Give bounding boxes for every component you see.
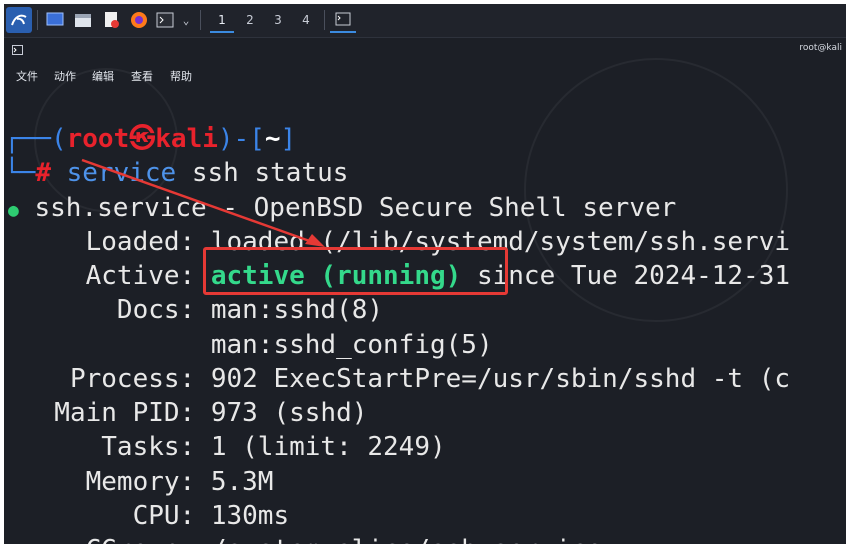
prompt-at-symbol: ㉿ — [129, 124, 156, 154]
taskbar-separator — [200, 10, 201, 30]
process-line: Process: 902 ExecStartPre=/usr/sbin/sshd… — [23, 364, 791, 394]
terminal-output[interactable]: ┌──(root㉿kali)-[~] └─# service ssh statu… — [4, 58, 846, 544]
text-editor-icon[interactable] — [100, 7, 122, 33]
loaded-label: Loaded: — [23, 227, 196, 257]
cgroup-line: CGroup: /system.slice/ssh.service — [23, 533, 603, 544]
menu-help[interactable]: 帮助 — [170, 68, 192, 84]
command-name: service — [66, 158, 177, 188]
status-bullet: ● — [8, 200, 19, 221]
prompt-frame-bottom: └─ — [4, 158, 36, 188]
show-desktop-icon[interactable] — [44, 7, 66, 33]
workspace-4[interactable]: 4 — [294, 9, 318, 31]
workspace-3[interactable]: 3 — [266, 9, 290, 31]
command-line: └─# service ssh status — [4, 156, 348, 190]
prompt-hash: # — [35, 158, 51, 188]
workspace-2[interactable]: 2 — [238, 9, 262, 31]
window-titlebar: root@kali — [4, 38, 846, 62]
docs-line: Docs: man:sshd(8) — [23, 293, 383, 327]
tasks-line: Tasks: 1 (limit: 2249) — [23, 432, 446, 462]
chevron-down-icon[interactable]: ⌄ — [179, 7, 193, 33]
prompt-path: ~ — [264, 124, 281, 154]
main-pid-line: Main PID: 973 (sshd) — [23, 398, 368, 428]
terminal-icon — [335, 12, 351, 26]
workspace-1[interactable]: 1 — [210, 9, 234, 33]
taskbar-separator — [37, 10, 38, 30]
firefox-icon[interactable] — [128, 7, 150, 33]
annotation-highlight-box — [203, 247, 508, 295]
prompt-frame-close: ] — [280, 124, 297, 154]
prompt-line: ┌──(root㉿kali)-[~] — [4, 122, 296, 156]
prompt-user: root — [66, 124, 130, 154]
docs-value-1: man:sshd(8) — [195, 295, 384, 325]
terminal-window-task[interactable] — [330, 7, 356, 33]
docs-line-2: man:sshd_config(5) — [23, 330, 493, 360]
terminal-launcher-icon[interactable] — [154, 7, 176, 33]
menu-file[interactable]: 文件 — [16, 68, 38, 84]
taskbar: ⌄ 1 2 3 4 — [4, 4, 846, 38]
docs-label: Docs: — [23, 295, 196, 325]
memory-line: Memory: 5.3M — [23, 467, 274, 497]
kali-menu-icon[interactable] — [6, 7, 32, 33]
service-description: ssh.service - OpenBSD Secure Shell serve… — [18, 193, 677, 223]
active-since: since Tue 2024-12-31 — [461, 261, 791, 291]
window-title: root@kali — [799, 43, 842, 53]
service-line: ● ssh.service - OpenBSD Secure Shell ser… — [8, 191, 676, 228]
taskbar-separator — [324, 10, 325, 30]
active-label: Active: — [23, 261, 196, 291]
terminal-window-icon — [12, 45, 23, 55]
prompt-frame-mid: )-[ — [217, 124, 265, 154]
file-manager-icon[interactable] — [72, 7, 94, 33]
prompt-frame-open: ┌──( — [4, 124, 67, 154]
cpu-line: CPU: 130ms — [23, 501, 290, 531]
prompt-host: kali — [155, 124, 218, 154]
command-args: ssh status — [176, 158, 349, 188]
